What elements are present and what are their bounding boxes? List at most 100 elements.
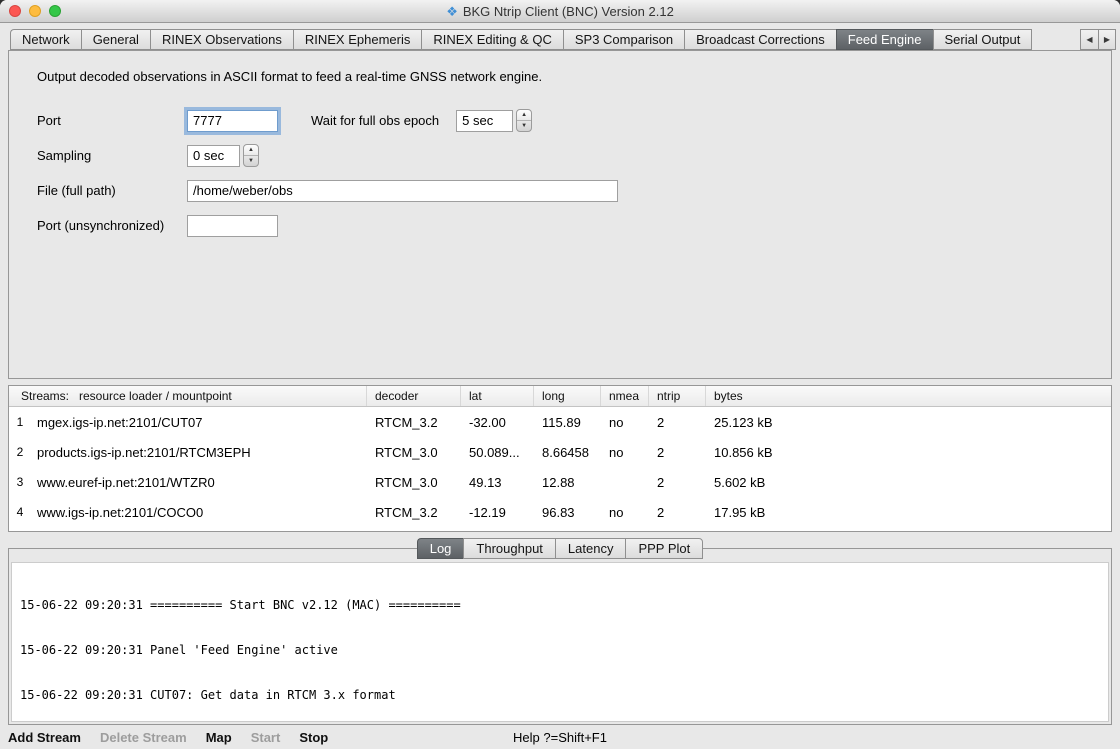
add-stream-button[interactable]: Add Stream (8, 730, 81, 745)
minimize-button[interactable] (29, 5, 41, 17)
stop-button[interactable]: Stop (299, 730, 328, 745)
cell-lat: 50.089... (461, 445, 534, 460)
sampling-label: Sampling (37, 148, 187, 163)
row-number: 1 (9, 415, 31, 429)
close-button[interactable] (9, 5, 21, 17)
help-text: Help ?=Shift+F1 (513, 730, 607, 745)
zoom-button[interactable] (49, 5, 61, 17)
tab-rinex-observations[interactable]: RINEX Observations (150, 29, 293, 50)
wait-epoch-stepper[interactable]: ▲ ▼ (516, 109, 532, 132)
tab-ppp-plot[interactable]: PPP Plot (625, 538, 703, 559)
stream-row[interactable]: 2 products.igs-ip.net:2101/RTCM3EPH RTCM… (9, 437, 1111, 467)
stepper-up-icon[interactable]: ▲ (244, 145, 258, 156)
tab-latency[interactable]: Latency (555, 538, 626, 559)
log-output[interactable]: 15-06-22 09:20:31 ========== Start BNC v… (11, 562, 1109, 722)
header-decoder: decoder (367, 386, 461, 406)
cell-decoder: RTCM_3.2 (367, 415, 461, 430)
titlebar[interactable]: ❖ BKG Ntrip Client (BNC) Version 2.12 (0, 0, 1120, 23)
tab-scroll-left-icon[interactable]: ◀ (1080, 29, 1098, 50)
cell-decoder: RTCM_3.0 (367, 475, 461, 490)
cell-lat: -32.00 (461, 415, 534, 430)
cell-nmea: no (601, 415, 649, 430)
log-line: 15-06-22 09:20:31 ========== Start BNC v… (20, 598, 1100, 613)
app-window: ❖ BKG Ntrip Client (BNC) Version 2.12 Ne… (0, 0, 1120, 749)
cell-ntrip: 2 (649, 475, 706, 490)
header-lat: lat (461, 386, 534, 406)
main-tabbar: Network General RINEX Observations RINEX… (0, 23, 1120, 50)
sampling-input[interactable] (187, 145, 240, 167)
cell-mountpoint: products.igs-ip.net:2101/RTCM3EPH (31, 445, 367, 460)
window-title-text: BKG Ntrip Client (BNC) Version 2.12 (463, 4, 674, 19)
cell-lat: -12.19 (461, 505, 534, 520)
stepper-down-icon[interactable]: ▼ (517, 121, 531, 131)
tab-sp3-comparison[interactable]: SP3 Comparison (563, 29, 684, 50)
sampling-row: Sampling ▲ ▼ (37, 144, 1111, 167)
cell-bytes: 5.602 kB (706, 475, 1111, 490)
file-path-input[interactable] (187, 180, 618, 202)
streams-table-header: Streams: resource loader / mountpoint de… (9, 386, 1111, 407)
port-unsync-label: Port (unsynchronized) (37, 218, 187, 233)
cell-mountpoint: www.igs-ip.net:2101/COCO0 (31, 505, 367, 520)
header-long: long (534, 386, 601, 406)
row-number: 3 (9, 475, 31, 489)
app-icon: ❖ (446, 5, 458, 18)
delete-stream-button[interactable]: Delete Stream (100, 730, 187, 745)
cell-nmea: no (601, 505, 649, 520)
tab-serial-output[interactable]: Serial Output (933, 29, 1033, 50)
wait-epoch-input[interactable] (456, 110, 513, 132)
cell-bytes: 25.123 kB (706, 415, 1111, 430)
stream-row[interactable]: 1 mgex.igs-ip.net:2101/CUT07 RTCM_3.2 -3… (9, 407, 1111, 437)
cell-long: 96.83 (534, 505, 601, 520)
cell-bytes: 17.95 kB (706, 505, 1111, 520)
wait-epoch-label: Wait for full obs epoch (311, 113, 439, 128)
row-number: 4 (9, 505, 31, 519)
tab-rinex-editing-qc[interactable]: RINEX Editing & QC (421, 29, 563, 50)
log-pane: 15-06-22 09:20:31 ========== Start BNC v… (8, 548, 1112, 725)
stream-row[interactable]: 4 www.igs-ip.net:2101/COCO0 RTCM_3.2 -12… (9, 497, 1111, 527)
cell-nmea: no (601, 445, 649, 460)
header-bytes: bytes (706, 386, 1111, 406)
log-line: 15-06-22 09:20:31 CUT07: Get data in RTC… (20, 688, 1100, 703)
port-input[interactable] (187, 110, 278, 132)
tab-scrollers: ◀ ▶ (1080, 29, 1116, 50)
tab-general[interactable]: General (81, 29, 150, 50)
panel-description: Output decoded observations in ASCII for… (37, 69, 1111, 84)
log-tab-widget: Log Throughput Latency PPP Plot 15-06-22… (8, 538, 1112, 725)
port-unsync-input[interactable] (187, 215, 278, 237)
cell-mountpoint: www.euref-ip.net:2101/WTZR0 (31, 475, 367, 490)
port-unsync-row: Port (unsynchronized) (37, 214, 1111, 237)
cell-bytes: 10.856 kB (706, 445, 1111, 460)
cell-long: 8.66458 (534, 445, 601, 460)
stepper-down-icon[interactable]: ▼ (244, 156, 258, 166)
window-title: ❖ BKG Ntrip Client (BNC) Version 2.12 (446, 4, 674, 19)
cell-ntrip: 2 (649, 445, 706, 460)
port-row: Port Wait for full obs epoch ▲ ▼ (37, 109, 1111, 132)
cell-mountpoint: mgex.igs-ip.net:2101/CUT07 (31, 415, 367, 430)
cell-long: 115.89 (534, 415, 601, 430)
sampling-stepper[interactable]: ▲ ▼ (243, 144, 259, 167)
cell-lat: 49.13 (461, 475, 534, 490)
file-row: File (full path) (37, 179, 1111, 202)
stepper-up-icon[interactable]: ▲ (517, 110, 531, 121)
map-button[interactable]: Map (206, 730, 232, 745)
file-path-label: File (full path) (37, 183, 187, 198)
log-tabbar: Log Throughput Latency PPP Plot (8, 538, 1112, 559)
tab-broadcast-corrections[interactable]: Broadcast Corrections (684, 29, 836, 50)
header-nmea: nmea (601, 386, 649, 406)
log-line: 15-06-22 09:20:31 Panel 'Feed Engine' ac… (20, 643, 1100, 658)
cell-ntrip: 2 (649, 415, 706, 430)
tab-feed-engine[interactable]: Feed Engine (836, 29, 933, 50)
traffic-lights (9, 5, 61, 17)
tab-throughput[interactable]: Throughput (463, 538, 555, 559)
cell-decoder: RTCM_3.2 (367, 505, 461, 520)
start-button[interactable]: Start (251, 730, 281, 745)
tab-rinex-ephemeris[interactable]: RINEX Ephemeris (293, 29, 421, 50)
tab-network[interactable]: Network (10, 29, 81, 50)
row-number: 2 (9, 445, 31, 459)
bottom-toolbar: Add Stream Delete Stream Map Start Stop … (0, 725, 1120, 749)
tab-log[interactable]: Log (417, 538, 464, 559)
header-mountpoint: Streams: resource loader / mountpoint (9, 386, 367, 406)
stream-row[interactable]: 3 www.euref-ip.net:2101/WTZR0 RTCM_3.0 4… (9, 467, 1111, 497)
port-label: Port (37, 113, 187, 128)
tab-scroll-right-icon[interactable]: ▶ (1098, 29, 1116, 50)
